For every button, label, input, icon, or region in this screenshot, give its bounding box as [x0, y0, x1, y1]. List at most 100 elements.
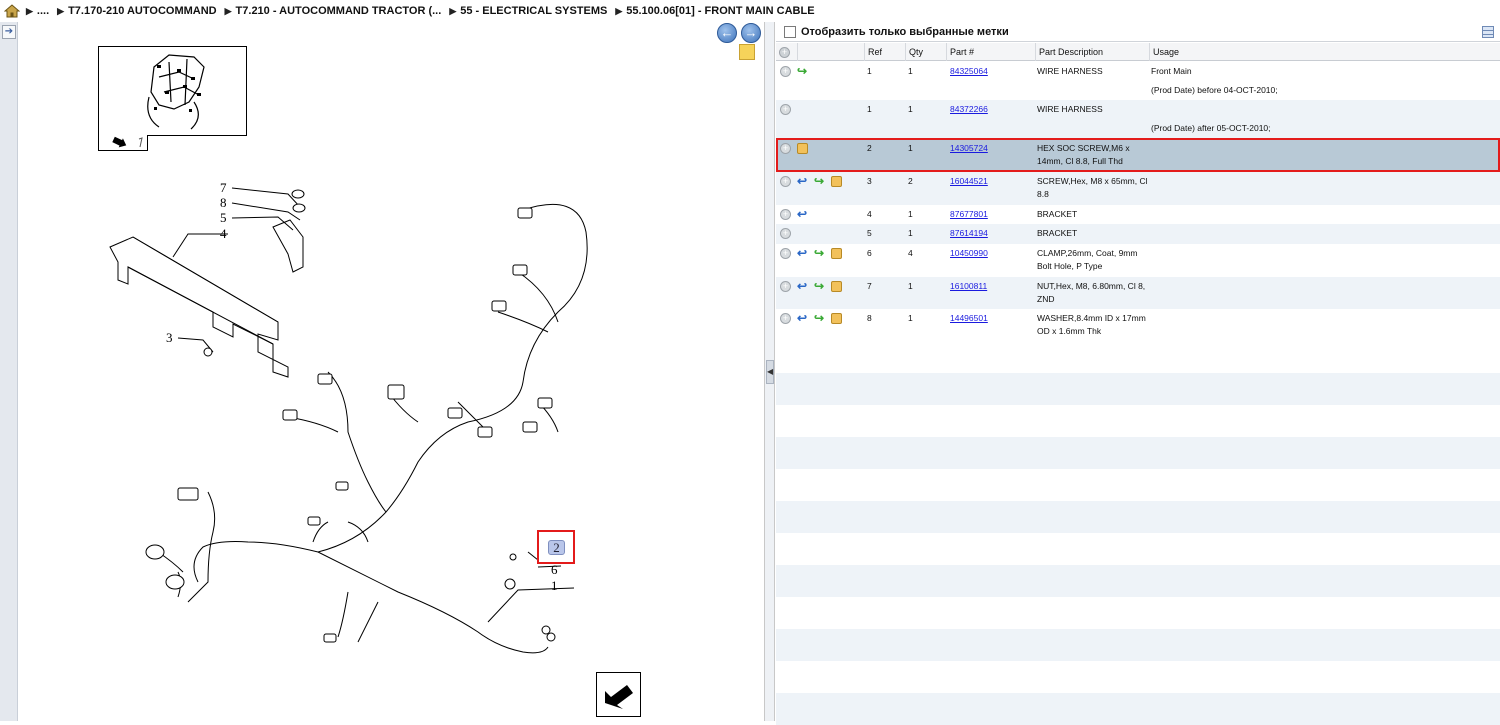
empty-row — [776, 565, 1500, 597]
previous-arrow-icon[interactable]: ↩ — [797, 280, 808, 292]
package-icon[interactable] — [831, 248, 842, 259]
table-row[interactable]: +1 1 84372266 WIRE HARNESS (Prod Date) after… — [776, 100, 1500, 139]
replacement-arrow-icon[interactable]: ↪ — [814, 312, 825, 324]
chevron-right-icon: ▶ — [449, 5, 457, 16]
replacement-arrow-icon[interactable]: ↪ — [814, 175, 825, 187]
usage-cell: (Prod Date) after 05-OCT-2010; — [1151, 103, 1491, 135]
add-to-cart-icon[interactable]: + — [780, 104, 791, 115]
table-row[interactable]: + ↩ ↪ 7 1 16100811 NUT,Hex, M8, 6.80mm, Cl 8, Z… — [776, 277, 1500, 309]
add-to-cart-icon[interactable]: + — [780, 248, 791, 259]
table-row[interactable]: + ↩ ↪ 3 2 16044521 SCREW,Hex, M8 x 65mm, Cl 8.8 — [776, 172, 1500, 205]
part-number-cell[interactable]: 14496501 — [950, 312, 1035, 325]
table-row[interactable]: + ↩ ↪ 6 4 10450990 CLAMP,26mm, Coat, 9mm Bolt H… — [776, 244, 1500, 277]
part-number-cell[interactable]: 84325064 — [950, 65, 1035, 78]
qty-cell: 1 — [908, 143, 913, 153]
description-line: OD x 1.6mm Thk — [1037, 326, 1102, 336]
description-line: BRACKET — [1037, 209, 1078, 219]
callout-2[interactable]: 2 — [548, 540, 565, 555]
breadcrumb-item-current[interactable]: ▶ 55.100.06[01] - FRONT MAIN CABLE — [615, 5, 814, 17]
replacement-arrow-icon[interactable]: ↪ — [814, 247, 825, 259]
qty-cell: 1 — [908, 66, 913, 76]
package-icon[interactable] — [797, 143, 808, 154]
add-to-cart-icon[interactable]: + — [780, 281, 791, 292]
part-number-cell[interactable]: 87677801 — [950, 208, 1035, 221]
add-to-cart-icon[interactable]: + — [780, 228, 791, 239]
home-icon[interactable] — [3, 4, 21, 18]
part-number-link[interactable]: 10450990 — [950, 248, 988, 258]
header-usage[interactable]: Usage — [1149, 43, 1500, 61]
header-desc[interactable]: Part Description — [1035, 43, 1149, 61]
part-number-cell[interactable]: 16044521 — [950, 175, 1035, 188]
usage-cell — [1151, 227, 1491, 240]
breadcrumb-item-model[interactable]: ▶ T7.170-210 AUTOCOMMAND — [57, 5, 216, 17]
table-row[interactable]: +2 1 14305724 HEX SOC SCREW,M6 x 14mm, Cl 8.… — [776, 139, 1500, 172]
side-toolbar: ➔ — [0, 22, 18, 721]
qty-cell: 1 — [908, 228, 913, 238]
description-line: WIRE HARNESS — [1037, 66, 1103, 76]
empty-row — [776, 661, 1500, 693]
add-to-cart-icon[interactable]: + — [780, 313, 791, 324]
header-part[interactable]: Part # — [946, 43, 1035, 61]
qty-cell: 1 — [908, 104, 913, 114]
table-row[interactable]: + ↩ ↪ 8 1 14496501 WASHER,8.4mm ID x 17mm OD x … — [776, 309, 1500, 341]
package-icon[interactable] — [831, 281, 842, 292]
add-to-cart-icon[interactable]: + — [780, 66, 791, 77]
add-to-cart-icon[interactable]: + — [780, 143, 791, 154]
previous-arrow-icon[interactable]: ↩ — [797, 175, 808, 187]
usage-line — [1151, 142, 1491, 155]
empty-row — [776, 597, 1500, 629]
pane-splitter[interactable]: ◀ — [765, 22, 775, 721]
previous-arrow-icon[interactable]: ↩ — [797, 247, 808, 259]
part-number-cell[interactable]: 16100811 — [950, 280, 1035, 293]
breadcrumb-item-tractor[interactable]: ▶ T7.210 - AUTOCOMMAND TRACTOR (... — [225, 5, 442, 17]
part-number-link[interactable]: 14305724 — [950, 143, 988, 153]
usage-line: (Prod Date) before 04-OCT-2010; — [1151, 85, 1278, 95]
add-to-cart-icon[interactable]: + — [780, 209, 791, 220]
empty-row — [776, 693, 1500, 725]
ref-cell: 7 — [867, 281, 872, 291]
description-cell: NUT,Hex, M8, 6.80mm, Cl 8, ZND — [1037, 280, 1149, 306]
grid-icon[interactable] — [1482, 26, 1494, 38]
header-qty[interactable]: Qty — [905, 43, 946, 61]
show-selected-checkbox[interactable] — [784, 25, 796, 38]
empty-row — [776, 373, 1500, 405]
part-number-cell[interactable]: 10450990 — [950, 247, 1035, 260]
part-number-link[interactable]: 87614194 — [950, 228, 988, 238]
part-number-link[interactable]: 16100811 — [950, 281, 987, 291]
part-number-link[interactable]: 16044521 — [950, 176, 988, 186]
description-line: BRACKET — [1037, 228, 1078, 238]
description-cell: HEX SOC SCREW,M6 x 14mm, Cl 8.8, Full Thd — [1037, 142, 1149, 168]
package-icon[interactable] — [831, 313, 842, 324]
header-actions — [797, 43, 864, 61]
add-all-icon[interactable]: + — [779, 47, 790, 58]
package-icon[interactable] — [831, 176, 842, 187]
ref-cell: 1 — [867, 104, 872, 114]
description-line: HEX SOC SCREW,M6 x — [1037, 143, 1130, 153]
add-to-cart-icon[interactable]: + — [780, 176, 791, 187]
breadcrumb-item-root[interactable]: ▶.... — [26, 5, 49, 17]
header-add-column[interactable]: + — [776, 43, 797, 61]
part-number-cell[interactable]: 14305724 — [950, 142, 1035, 155]
replacement-arrow-icon[interactable]: ↪ — [814, 280, 825, 292]
previous-arrow-icon[interactable]: ↩ — [797, 312, 808, 324]
expand-panel-icon[interactable]: ➔ — [2, 25, 16, 39]
part-number-link[interactable]: 84325064 — [950, 66, 988, 76]
header-ref[interactable]: Ref — [864, 43, 905, 61]
callout-4: 4 — [220, 226, 227, 241]
part-number-cell[interactable]: 87614194 — [950, 227, 1035, 240]
usage-line — [1151, 227, 1491, 240]
description-line: ZND — [1037, 294, 1055, 304]
replacement-arrow-icon[interactable]: ↪ — [797, 65, 808, 77]
part-number-cell[interactable]: 84372266 — [950, 103, 1035, 116]
table-row[interactable]: + ↩ 4 1 87677801 BRACKET — [776, 205, 1500, 224]
previous-arrow-icon[interactable]: ↩ — [797, 208, 808, 220]
empty-row — [776, 405, 1500, 437]
part-number-link[interactable]: 14496501 — [950, 313, 988, 323]
table-row[interactable]: + ↪ 1 1 84325064 WIRE HARNESS Front Main (Prod … — [776, 62, 1500, 100]
part-number-link[interactable]: 87677801 — [950, 209, 988, 219]
collapse-arrow-icon[interactable]: ◀ — [766, 360, 774, 384]
part-number-link[interactable]: 84372266 — [950, 104, 988, 114]
table-row[interactable]: +5 1 87614194 BRACKET — [776, 224, 1500, 244]
return-arrow-icon[interactable] — [596, 672, 641, 717]
breadcrumb-item-section[interactable]: ▶ 55 - ELECTRICAL SYSTEMS — [449, 5, 607, 17]
